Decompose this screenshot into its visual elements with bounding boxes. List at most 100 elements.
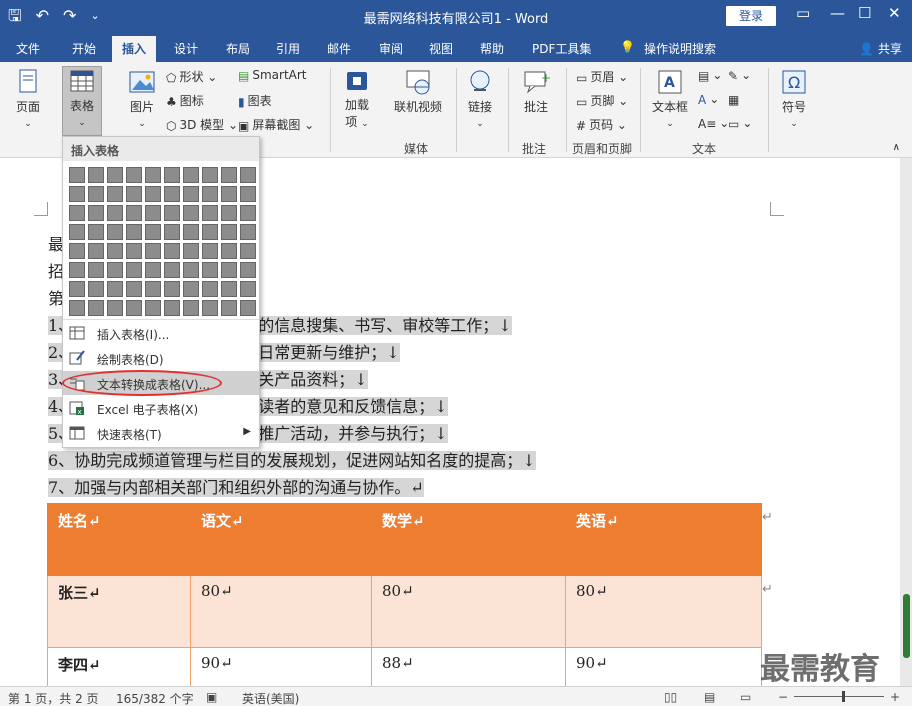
print-layout-icon[interactable]: ▤ [704,690,715,704]
web-layout-icon[interactable]: ▭ [740,690,751,704]
table-grid-cell[interactable] [183,186,199,202]
table-grid-cell[interactable] [126,224,142,240]
table-grid-cell[interactable] [164,262,180,278]
table-grid-cell[interactable] [107,224,123,240]
table-cell[interactable]: 90↵ [190,647,372,686]
restore-button[interactable]: ☐ [858,4,871,22]
table-grid-cell[interactable] [221,224,237,240]
chart-button[interactable]: ▮ 图表 [238,92,272,109]
online-video-button[interactable]: 联机视频 [390,68,446,134]
login-button[interactable]: 登录 [726,6,776,26]
table-grid-cell[interactable] [69,224,85,240]
shapes-button[interactable]: ⬠ 形状 ⌄ [166,68,217,85]
table-grid-cell[interactable] [69,262,85,278]
pictures-button[interactable]: 图片 ⌄ [124,68,160,134]
screenshot-button[interactable]: ▣ 屏幕截图 ⌄ [238,116,314,133]
table-grid-cell[interactable] [183,300,199,316]
menu-insert-table[interactable]: 插入表格(I)... [63,321,259,345]
icons-button[interactable]: ♣ 图标 [166,92,204,109]
ribbon-display-icon[interactable]: ▭ [796,4,810,22]
tab-insert[interactable]: 插入 [112,36,157,62]
table-grid-cell[interactable] [183,262,199,278]
table-grid-cell[interactable] [145,262,161,278]
tab-file[interactable]: 文件 [16,40,40,57]
table-grid-cell[interactable] [88,243,104,259]
close-button[interactable]: ✕ [888,4,901,22]
signature-button[interactable]: ✎ ⌄ [728,68,751,83]
tab-home[interactable]: 开始 [72,40,96,57]
menu-excel-spreadsheet[interactable]: x Excel 电子表格(X) [63,396,259,420]
table-grid-cell[interactable] [164,224,180,240]
table-grid-cell[interactable] [240,186,256,202]
table-cell[interactable]: 张三↵ [47,575,191,648]
table-grid-cell[interactable] [107,300,123,316]
datetime-button[interactable]: ▦ [728,92,742,107]
header-button[interactable]: ▭ 页眉 ⌄ [576,68,628,85]
table-grid-cell[interactable] [221,167,237,183]
table-cell[interactable]: 88↵ [371,647,566,686]
footer-button[interactable]: ▭ 页脚 ⌄ [576,92,628,109]
table-grid-cell[interactable] [202,224,218,240]
table-button[interactable]: 表格 ⌄ [62,66,102,136]
smartart-button[interactable]: ▤ SmartArt [238,68,307,83]
tab-layout[interactable]: 布局 [226,40,250,57]
read-mode-icon[interactable]: ▯▯ [664,690,677,704]
table-grid-cell[interactable] [240,262,256,278]
table-grid-cell[interactable] [240,167,256,183]
language-indicator[interactable]: 英语(美国) [242,690,299,706]
table-grid-cell[interactable] [164,300,180,316]
table-grid-cell[interactable] [240,243,256,259]
table-grid-cell[interactable] [240,224,256,240]
table-grid-cell[interactable] [240,300,256,316]
table-grid-cell[interactable] [240,281,256,297]
table-grid-cell[interactable] [145,300,161,316]
table-cell[interactable]: 80↵ [190,575,372,648]
table-header-cell[interactable]: 数学↵ [371,503,566,576]
scrollbar-thumb[interactable] [903,594,910,658]
list-item[interactable]: 7、加强与内部相关部门和组织外部的沟通与协作。↵ [48,477,424,499]
table-grid-cell[interactable] [164,243,180,259]
zoom-out-icon[interactable]: − [778,690,788,704]
object-button[interactable]: ▭ ⌄ [728,116,752,131]
score-table[interactable]: 姓名↵ 语文↵ 数学↵ 英语↵ 张三↵ 80↵ 80↵ 80↵ 李四↵ 90↵ … [47,503,762,686]
menu-quick-tables[interactable]: 快速表格(T) ▶ [63,421,259,445]
minimize-button[interactable]: — [830,4,845,22]
table-grid-cell[interactable] [164,205,180,221]
table-grid-cell[interactable] [164,281,180,297]
quick-parts-button[interactable]: ▤ ⌄ [698,68,722,83]
table-grid-cell[interactable] [183,167,199,183]
list-item[interactable]: 6、协助完成频道管理与栏目的发展规划，促进网站知名度的提高；↓ [48,450,536,472]
table-cell[interactable]: 80↵ [565,575,762,648]
table-header-cell[interactable]: 英语↵ [565,503,762,576]
table-grid-cell[interactable] [69,186,85,202]
table-cell[interactable]: 80↵ [371,575,566,648]
table-grid-cell[interactable] [202,186,218,202]
tab-design[interactable]: 设计 [174,40,198,57]
tab-help[interactable]: 帮助 [480,40,504,57]
table-grid-cell[interactable] [202,243,218,259]
table-header-cell[interactable]: 语文↵ [190,503,372,576]
page-count[interactable]: 第 1 页，共 2 页 [8,690,99,706]
table-grid-cell[interactable] [107,167,123,183]
tab-pdf-tools[interactable]: PDF工具集 [532,40,591,57]
table-grid-cell[interactable] [126,186,142,202]
page-number-button[interactable]: # 页码 ⌄ [576,116,627,133]
table-grid-cell[interactable] [202,167,218,183]
table-grid-cell[interactable] [145,224,161,240]
table-grid-cell[interactable] [107,281,123,297]
textbox-button[interactable]: A 文本框 ⌄ [648,68,692,134]
new-comment-button[interactable]: + 批注 [516,68,556,134]
table-grid-cell[interactable] [69,167,85,183]
tab-review[interactable]: 审阅 [379,40,403,57]
table-grid-cell[interactable] [107,262,123,278]
table-grid-cell[interactable] [221,205,237,221]
table-grid-cell[interactable] [107,205,123,221]
table-grid-cell[interactable] [126,243,142,259]
table-grid-cell[interactable] [88,186,104,202]
table-grid-cell[interactable] [126,281,142,297]
table-grid-cell[interactable] [69,243,85,259]
vertical-scrollbar[interactable] [900,158,912,686]
table-grid-cell[interactable] [202,281,218,297]
tab-mailings[interactable]: 邮件 [327,40,351,57]
tab-references[interactable]: 引用 [276,40,300,57]
